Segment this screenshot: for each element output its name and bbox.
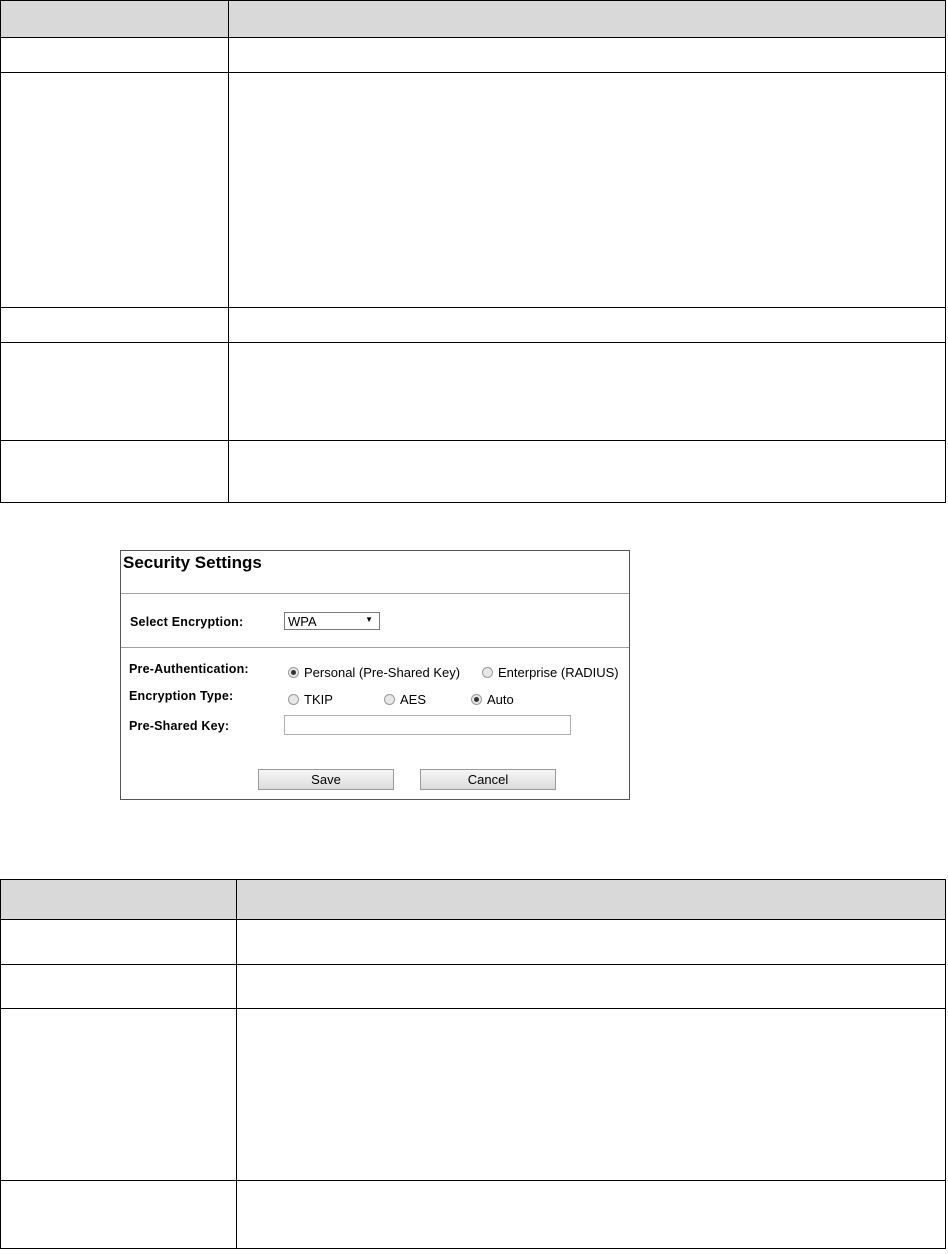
table-header-cell — [228, 0, 946, 38]
table-row — [0, 307, 946, 343]
table-row — [0, 72, 946, 308]
top-table — [0, 0, 946, 503]
table-cell — [228, 37, 946, 73]
pre-shared-key-input[interactable] — [284, 715, 571, 735]
radio-unchecked-icon — [288, 694, 299, 705]
radio-personal-label: Personal (Pre-Shared Key) — [304, 665, 461, 680]
table-cell — [236, 964, 946, 1009]
table-cell — [228, 342, 946, 441]
radio-unchecked-icon — [482, 667, 493, 678]
table-header-cell — [0, 879, 237, 920]
table-cell — [0, 37, 229, 73]
pre-shared-key-label: Pre-Shared Key: — [129, 719, 230, 733]
table-cell — [236, 1180, 946, 1249]
table-row — [0, 1008, 946, 1181]
table-header-row — [0, 879, 946, 920]
table-row — [0, 440, 946, 503]
table-cell — [0, 964, 237, 1009]
divider — [121, 593, 629, 594]
table-row — [0, 37, 946, 73]
table-cell — [236, 919, 946, 965]
table-header-cell — [0, 0, 229, 38]
encryption-type-label: Encryption Type: — [129, 689, 234, 703]
table-cell — [0, 919, 237, 965]
encryption-select-value: WPA — [288, 614, 317, 629]
radio-auto[interactable]: Auto — [471, 692, 514, 707]
save-button[interactable]: Save — [258, 769, 394, 790]
panel-title: Security Settings — [123, 553, 262, 572]
security-settings-panel: Security Settings Select Encryption: WPA… — [120, 550, 630, 800]
table-cell — [0, 307, 229, 343]
cancel-button[interactable]: Cancel — [420, 769, 556, 790]
radio-aes-label: AES — [400, 692, 427, 707]
radio-tkip[interactable]: TKIP — [288, 692, 333, 707]
table-cell — [0, 72, 229, 308]
dropdown-arrow-icon: ▼ — [365, 615, 373, 624]
radio-unchecked-icon — [384, 694, 395, 705]
table-cell — [0, 342, 229, 441]
table-row — [0, 964, 946, 1009]
table-cell — [236, 1008, 946, 1181]
table-row — [0, 1180, 946, 1249]
table-cell — [228, 72, 946, 308]
table-cell — [228, 440, 946, 503]
table-cell — [0, 1180, 237, 1249]
pre-authentication-label: Pre-Authentication: — [129, 662, 249, 676]
table-cell — [0, 1008, 237, 1181]
table-cell — [228, 307, 946, 343]
radio-enterprise-label: Enterprise (RADIUS) — [498, 665, 619, 680]
radio-enterprise[interactable]: Enterprise (RADIUS) — [482, 665, 619, 680]
radio-checked-icon — [471, 694, 482, 705]
select-encryption-label: Select Encryption: — [130, 615, 244, 629]
radio-aes[interactable]: AES — [384, 692, 426, 707]
table-row — [0, 342, 946, 441]
encryption-select[interactable]: WPA ▼ — [284, 612, 380, 630]
radio-tkip-label: TKIP — [304, 692, 333, 707]
table-cell — [0, 440, 229, 503]
table-row — [0, 919, 946, 965]
radio-checked-icon — [288, 667, 299, 678]
divider — [121, 647, 629, 648]
radio-personal[interactable]: Personal (Pre-Shared Key) — [288, 665, 460, 680]
table-header-cell — [236, 879, 946, 920]
table-header-row — [0, 0, 946, 38]
radio-auto-label: Auto — [487, 692, 514, 707]
bottom-table — [0, 879, 946, 1249]
